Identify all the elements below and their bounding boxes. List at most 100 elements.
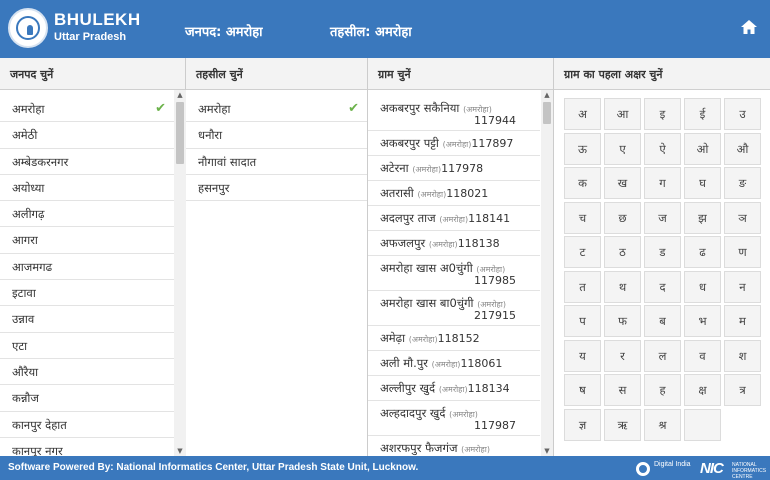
gram-list-item[interactable]: अतरासी (अमरोहा)118021 xyxy=(368,181,540,206)
letter-button[interactable]: क्ष xyxy=(684,374,721,406)
letter-button[interactable]: ढ xyxy=(684,236,721,268)
letter-button[interactable]: च xyxy=(564,201,601,234)
scroll-up-arrow-icon[interactable]: ▲ xyxy=(174,90,186,100)
scroll-down-arrow-icon[interactable]: ▼ xyxy=(541,446,553,456)
letter-button[interactable]: झ xyxy=(684,201,721,234)
letter-button[interactable]: य xyxy=(564,339,601,372)
letter-button[interactable]: ध xyxy=(684,270,721,303)
tehsil-name: नौगावां सादात xyxy=(198,154,257,169)
janpad-list-item[interactable]: कानपुर देहात xyxy=(0,412,174,438)
selected-check-icon: ✔ xyxy=(155,101,166,116)
letter-button[interactable]: फ xyxy=(604,305,641,337)
gram-scrollbar[interactable]: ▲ ▼ xyxy=(541,90,553,456)
letter-button[interactable] xyxy=(684,408,721,441)
letter-button[interactable]: छ xyxy=(604,201,641,234)
gram-list-item[interactable]: अली मौ.पुर (अमरोहा)118061 xyxy=(368,351,540,376)
letter-button[interactable]: न xyxy=(724,270,761,303)
scroll-down-arrow-icon[interactable]: ▼ xyxy=(174,446,186,456)
gram-list-item[interactable]: अफजलपुर (अमरोहा)118138 xyxy=(368,231,540,256)
letter-button[interactable]: थ xyxy=(604,270,641,303)
letter-button[interactable]: ठ xyxy=(604,236,641,268)
letter-button[interactable]: ष xyxy=(564,374,601,406)
letter-button[interactable]: ऊ xyxy=(564,132,601,165)
janpad-list-item[interactable]: अमरोहा ✔ xyxy=(0,96,174,123)
letter-button[interactable]: भ xyxy=(684,305,721,337)
janpad-list-item[interactable]: एटा xyxy=(0,333,174,359)
letter-button[interactable]: क xyxy=(564,167,601,199)
letter-button[interactable]: ण xyxy=(724,236,761,268)
janpad-list-item[interactable]: आगरा xyxy=(0,227,174,254)
letter-button[interactable]: ओ xyxy=(684,132,721,165)
janpad-list-item[interactable]: उन्नाव xyxy=(0,306,174,333)
letter-button[interactable]: त xyxy=(564,270,601,303)
gram-scroll-thumb[interactable] xyxy=(543,102,551,124)
letter-column: ग्राम का पहला अक्षर चुनें अआइईउ ऊएऐओऔ कखगघ… xyxy=(554,58,770,456)
letter-button[interactable]: प xyxy=(564,305,601,337)
gram-code: 118138 xyxy=(457,237,500,250)
gram-list-item[interactable]: अल्लीपुर खुर्द (अमरोहा)118134 xyxy=(368,376,540,401)
letter-button[interactable]: व xyxy=(684,339,721,372)
letter-button[interactable]: उ xyxy=(724,98,761,130)
letter-button[interactable]: ई xyxy=(684,98,721,130)
janpad-list-item[interactable]: अमेठी xyxy=(0,122,174,149)
janpad-list-item[interactable]: औरैया xyxy=(0,359,174,386)
gram-code: 117897 xyxy=(471,137,514,150)
letter-button[interactable]: र xyxy=(604,339,641,372)
letter-button[interactable]: ङ xyxy=(724,167,761,199)
janpad-list-item[interactable]: कन्नौज xyxy=(0,385,174,412)
letter-button[interactable]: ग xyxy=(644,167,681,199)
scroll-up-arrow-icon[interactable]: ▲ xyxy=(541,90,553,100)
selected-tehsil: तहसील: अमरोहा xyxy=(330,25,412,40)
letter-button[interactable]: स xyxy=(604,374,641,406)
home-icon[interactable] xyxy=(740,18,758,36)
letter-button[interactable]: ड xyxy=(644,236,681,268)
letter-button[interactable]: श्र xyxy=(644,408,681,441)
letter-button[interactable]: घ xyxy=(684,167,721,199)
janpad-list-item[interactable]: आजमगढ xyxy=(0,254,174,281)
janpad-list-item[interactable]: अलीगढ़ xyxy=(0,201,174,228)
gram-list-item[interactable]: अकबरपुर सकैनिया (अमरोहा) 117944 xyxy=(368,96,540,131)
letter-button[interactable]: ज्ञ xyxy=(564,408,601,441)
letter-button[interactable]: ज xyxy=(644,201,681,234)
janpad-column-header: जनपद चुनें xyxy=(0,58,185,90)
janpad-list-item[interactable]: अम्बेडकरनगर xyxy=(0,149,174,175)
tehsil-list-item[interactable]: हसनपुर xyxy=(186,175,367,202)
gram-list-item[interactable]: अमरोहा खास बा0चुंगी (अमरोहा) 217915 xyxy=(368,291,540,326)
letter-button[interactable]: ऋ xyxy=(604,408,641,441)
gram-district: (अमरोहा) xyxy=(417,190,447,199)
tehsil-list-item[interactable]: अमरोहा ✔ xyxy=(186,96,367,123)
gram-list-item[interactable]: अल्हदादपुर खुर्द (अमरोहा) 117987 xyxy=(368,401,540,436)
letter-button[interactable]: ऐ xyxy=(644,132,681,165)
letter-button[interactable]: ह xyxy=(644,374,681,406)
janpad-scrollbar[interactable]: ▲ ▼ xyxy=(174,90,186,456)
janpad-name: आजमगढ xyxy=(12,259,53,274)
letter-button[interactable]: इ xyxy=(644,98,681,130)
letter-button[interactable]: ख xyxy=(604,167,641,199)
gram-district: (अमरोहा) xyxy=(438,385,468,394)
letter-button[interactable]: श xyxy=(724,339,761,372)
gram-list-item[interactable]: अकबरपुर पट्टी (अमरोहा)117897 xyxy=(368,131,540,156)
letter-button[interactable]: ल xyxy=(644,339,681,372)
letter-button[interactable]: ए xyxy=(604,132,641,165)
letter-button[interactable]: आ xyxy=(604,98,641,130)
janpad-list-item[interactable]: इटावा xyxy=(0,280,174,307)
letter-button[interactable]: अ xyxy=(564,98,601,130)
gram-list-item[interactable]: अमरोहा खास अ0चुंगी (अमरोहा) 117985 xyxy=(368,256,540,291)
gram-list-item[interactable]: अटेरना (अमरोहा)117978 xyxy=(368,156,540,181)
gram-list-item[interactable]: अदलपुर ताज (अमरोहा)118141 xyxy=(368,206,540,231)
letter-button[interactable]: औ xyxy=(724,132,761,165)
tehsil-list-item[interactable]: नौगावां सादात xyxy=(186,149,367,175)
footer-credit: Software Powered By: National Informatic… xyxy=(8,462,419,473)
letter-button[interactable]: म xyxy=(724,305,761,337)
gram-list-item[interactable]: अशरफपुर फैजगंज (अमरोहा) xyxy=(368,436,540,456)
gram-list-item[interactable]: अमेढ़ा (अमरोहा)118152 xyxy=(368,326,540,351)
letter-button[interactable]: ब xyxy=(644,305,681,337)
janpad-scroll-thumb[interactable] xyxy=(176,102,184,164)
letter-button[interactable]: ञ xyxy=(724,201,761,234)
tehsil-list-item[interactable]: धनौरा xyxy=(186,122,367,149)
letter-button[interactable]: द xyxy=(644,270,681,303)
letter-button[interactable]: त्र xyxy=(724,374,761,406)
janpad-list-item[interactable]: अयोध्या xyxy=(0,175,174,202)
nic-logo: NIC NATIONAL INFORMATICS CENTRE xyxy=(700,460,767,480)
letter-button[interactable]: ट xyxy=(564,236,601,268)
